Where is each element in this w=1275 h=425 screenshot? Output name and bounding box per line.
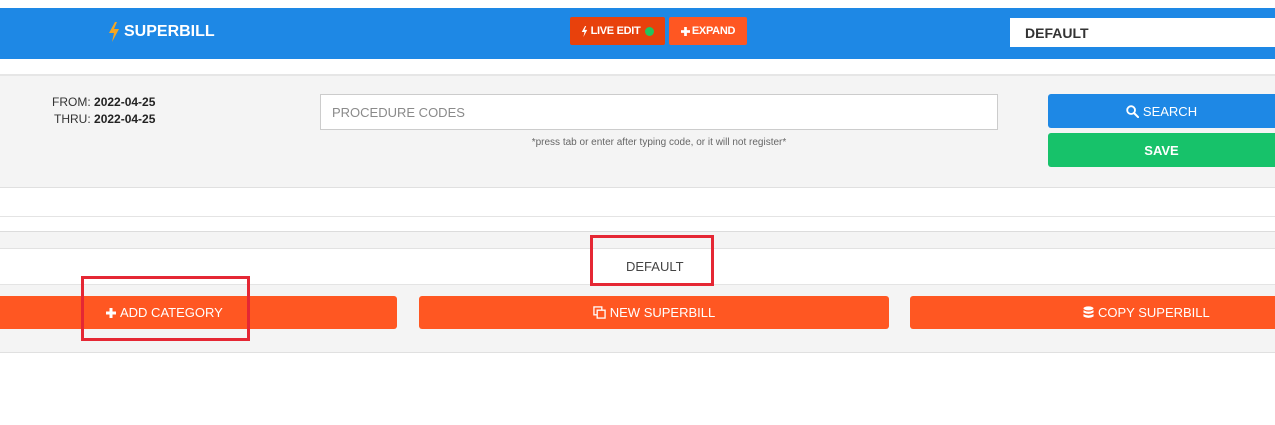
- search-button[interactable]: SEARCH: [1048, 94, 1275, 128]
- plus-icon: [680, 26, 690, 36]
- copy-superbill-label: COPY SUPERBILL: [1098, 305, 1210, 320]
- spacer: [0, 59, 1275, 74]
- search-label: SEARCH: [1142, 103, 1198, 119]
- thru-row: THRU: 2022-04-25: [52, 111, 155, 128]
- new-superbill-label: NEW SUPERBILL: [609, 305, 716, 320]
- live-status-dot-icon: [645, 26, 655, 36]
- copy-superbill-button[interactable]: COPY SUPERBILL: [910, 296, 1275, 329]
- live-edit-label: LIVE EDIT: [590, 25, 641, 37]
- brand[interactable]: SUPERBILL: [108, 22, 215, 42]
- superbill-select-value: DEFAULT: [1025, 24, 1089, 41]
- new-superbill-button[interactable]: NEW SUPERBILL: [419, 296, 889, 329]
- date-range: FROM: 2022-04-25 THRU: 2022-04-25: [52, 94, 155, 128]
- top-band: [0, 0, 1275, 8]
- highlight-superbill-name: [590, 235, 714, 286]
- copy-icon: [593, 306, 606, 319]
- from-row: FROM: 2022-04-25: [52, 94, 155, 111]
- expand-button[interactable]: EXPAND: [669, 17, 747, 45]
- brand-name: SUPERBILL: [124, 23, 215, 40]
- magnifier-icon: [1126, 104, 1139, 118]
- superbill-select[interactable]: DEFAULT: [1010, 18, 1275, 47]
- expand-label: EXPAND: [691, 25, 736, 37]
- filter-panel: FROM: 2022-04-25 THRU: 2022-04-25 *press…: [0, 74, 1275, 188]
- live-edit-button[interactable]: LIVE EDIT: [570, 17, 665, 45]
- from-date[interactable]: 2022-04-25: [94, 95, 155, 109]
- save-button[interactable]: SAVE: [1048, 133, 1275, 167]
- database-icon: [1083, 306, 1094, 318]
- procedure-hint: *press tab or enter after typing code, o…: [531, 137, 787, 148]
- lightning-bolt-icon: [581, 25, 587, 37]
- thru-label: THRU:: [54, 112, 91, 126]
- app-header: SUPERBILL LIVE EDIT EXPAND DEFAULT: [0, 8, 1275, 59]
- content-strip: [0, 188, 1275, 217]
- save-label: SAVE: [1144, 142, 1179, 158]
- thru-date[interactable]: 2022-04-25: [94, 112, 155, 126]
- highlight-add-category: [81, 276, 250, 341]
- content-strip: [0, 217, 1275, 232]
- from-label: FROM:: [52, 95, 91, 109]
- lightning-bolt-icon: [109, 22, 119, 42]
- procedure-codes-input[interactable]: [320, 94, 998, 130]
